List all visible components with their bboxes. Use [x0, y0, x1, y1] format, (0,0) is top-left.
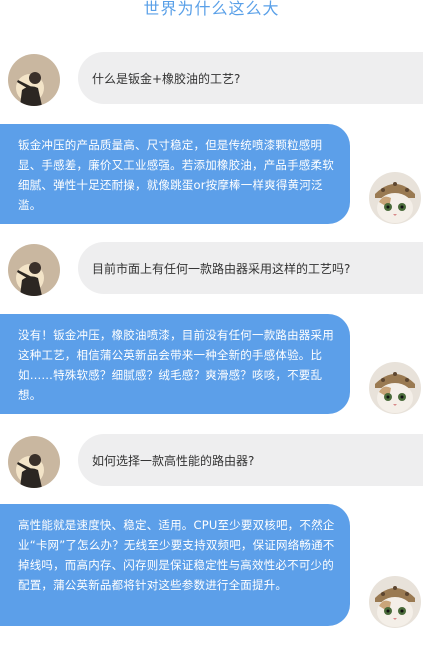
answer-text: 没有！钣金冲压，橡胶油喷漆，目前没有任何一款路由器采用这种工艺，相信蒲公英新品会… — [18, 328, 334, 402]
answer-bubble: 钣金冲压的产品质量高、尺寸稳定，但是传统喷漆颗粒感明显、手感差，廉价又工业感强。… — [0, 124, 350, 224]
answer-bubble: 没有！钣金冲压，橡胶油喷漆，目前没有任何一款路由器采用这种工艺，相信蒲公英新品会… — [0, 314, 350, 414]
cat-avatar — [369, 576, 421, 628]
question-text: 如何选择一款高性能的路由器? — [92, 453, 255, 468]
user-avatar — [8, 436, 60, 488]
page-title: 世界为什么这么大 — [143, 0, 280, 18]
cat-avatar — [369, 172, 421, 224]
user-avatar — [8, 244, 60, 296]
answer-text: 高性能就是速度快、稳定、适用。CPU至少要双核吧，不然企业“卡网”了怎么办？无线… — [18, 518, 335, 592]
question-text: 什么是钣金+橡胶油的工艺? — [92, 71, 241, 86]
question-bubble: 什么是钣金+橡胶油的工艺? — [78, 52, 423, 104]
user-avatar — [8, 54, 60, 106]
question-bubble: 如何选择一款高性能的路由器? — [78, 434, 423, 486]
cat-avatar — [369, 362, 421, 414]
answer-text: 钣金冲压的产品质量高、尺寸稳定，但是传统喷漆颗粒感明显、手感差，廉价又工业感强。… — [18, 138, 334, 212]
question-bubble: 目前市面上有任何一款路由器采用这样的工艺吗? — [78, 242, 423, 294]
answer-bubble: 高性能就是速度快、稳定、适用。CPU至少要双核吧，不然企业“卡网”了怎么办？无线… — [0, 504, 350, 626]
question-text: 目前市面上有任何一款路由器采用这样的工艺吗? — [92, 261, 351, 276]
